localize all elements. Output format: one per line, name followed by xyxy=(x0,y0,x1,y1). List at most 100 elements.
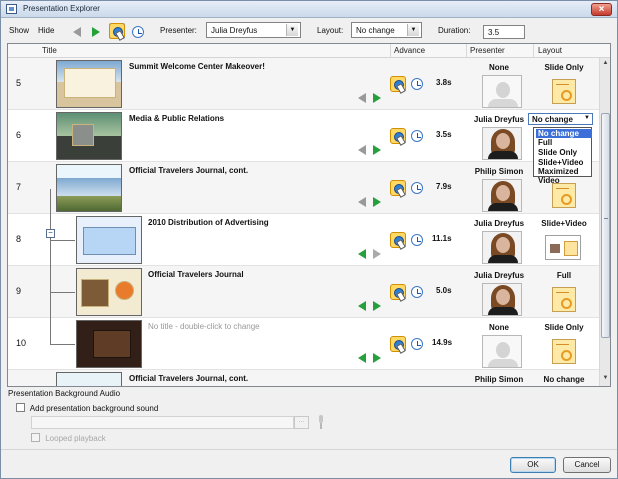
background-audio-section: Presentation Background Audio Add presen… xyxy=(8,389,612,447)
advance-column-header[interactable]: Advance xyxy=(394,46,425,55)
presenter-combo[interactable]: Julia Dreyfus ▼ xyxy=(206,22,301,38)
duration-input[interactable]: 3.5 xyxy=(483,25,525,39)
slide-list[interactable]: Title Advance Presenter Layout 5 Summit … xyxy=(7,43,611,387)
timer-icon[interactable] xyxy=(411,130,423,142)
layout-combo-value: No change xyxy=(356,26,395,35)
presenter-photo xyxy=(482,127,522,160)
advance-click-icon[interactable] xyxy=(390,284,406,300)
scroll-thumb[interactable] xyxy=(601,113,610,338)
layout-row-dropdown[interactable]: No change ▼ xyxy=(528,113,593,125)
close-button[interactable]: × xyxy=(591,3,612,16)
presenter-name: Julia Dreyfus xyxy=(473,271,525,280)
advance-click-icon[interactable] xyxy=(390,232,406,248)
next-slide-arrow-icon[interactable] xyxy=(373,301,381,311)
layout-option-full[interactable]: Full xyxy=(536,138,592,147)
next-slide-arrow-icon[interactable] xyxy=(373,249,381,259)
layout-option-maximized-video[interactable]: Maximized Video xyxy=(536,167,592,185)
slide-number: 7 xyxy=(16,182,22,192)
layout-row-dropdown-value: No change xyxy=(532,115,573,124)
looped-playback-checkbox[interactable] xyxy=(31,433,40,442)
previous-slide-arrow-icon[interactable] xyxy=(358,249,366,259)
layout-name: Slide+Video xyxy=(541,219,587,228)
layout-combo[interactable]: No change ▼ xyxy=(351,22,422,38)
timer-icon[interactable] xyxy=(411,182,423,194)
next-slide-arrow-icon[interactable] xyxy=(373,197,381,207)
slide-row-9[interactable]: 9 Official Travelers Journal 5.0s Julia … xyxy=(8,266,599,318)
add-background-sound-label: Add presentation background sound xyxy=(29,404,159,413)
scroll-up-icon[interactable]: ▲ xyxy=(601,60,610,69)
layout-options-menu: No change Full Slide Only Slide+Video Ma… xyxy=(533,127,592,185)
previous-slide-arrow-icon[interactable] xyxy=(358,93,366,103)
slide-duration: 11.1s xyxy=(432,234,452,243)
layout-label: Layout: xyxy=(317,26,344,35)
footer-separator xyxy=(1,449,617,450)
add-background-sound-row[interactable]: Add presentation background sound xyxy=(16,403,158,413)
timer-icon xyxy=(132,26,144,38)
slide-title: 2010 Distribution of Advertising xyxy=(148,218,269,227)
timer-icon[interactable] xyxy=(411,338,423,350)
cancel-button[interactable]: Cancel xyxy=(563,457,611,473)
slide-thumbnail xyxy=(56,372,122,386)
presenter-name: Julia Dreyfus xyxy=(473,115,525,124)
slide-number: 5 xyxy=(16,78,22,88)
audio-file-path-input[interactable] xyxy=(31,416,294,429)
slide-row-8[interactable]: 8 2010 Distribution of Advertising 11.1s… xyxy=(8,214,599,266)
previous-slide-arrow-icon[interactable] xyxy=(358,145,366,155)
collapse-icon[interactable]: − xyxy=(46,229,55,238)
right-arrow-icon xyxy=(92,27,100,37)
add-background-sound-checkbox[interactable] xyxy=(16,403,25,412)
scroll-down-icon[interactable]: ▼ xyxy=(601,375,610,384)
advance-click-toolbar-button[interactable] xyxy=(109,23,125,39)
slide-row-5[interactable]: 5 Summit Welcome Center Makeover! 3.8s N… xyxy=(8,58,599,110)
column-divider xyxy=(533,44,534,58)
slide-number: 6 xyxy=(16,130,22,140)
column-divider xyxy=(390,44,391,58)
show-button[interactable]: Show xyxy=(9,26,29,35)
column-divider xyxy=(466,44,467,58)
layout-option-slide-only[interactable]: Slide Only xyxy=(536,148,592,157)
timer-icon[interactable] xyxy=(411,234,423,246)
advance-click-icon[interactable] xyxy=(390,336,406,352)
window-title: Presentation Explorer xyxy=(23,4,100,13)
title-column-header[interactable]: Title xyxy=(42,46,57,55)
title-bar: Presentation Explorer × xyxy=(1,1,617,18)
looped-playback-row[interactable]: Looped playback xyxy=(31,433,106,443)
ok-button[interactable]: OK xyxy=(510,457,556,473)
timer-toolbar-button[interactable] xyxy=(129,23,145,39)
slide-row-partial[interactable]: Official Travelers Journal, cont. Philip… xyxy=(8,370,599,386)
slide-number: 8 xyxy=(16,234,22,244)
layout-name: Full xyxy=(556,271,572,280)
slide-title: Official Travelers Journal, cont. xyxy=(129,374,249,383)
slide-row-10[interactable]: 10 No title - double-click to change 14.… xyxy=(8,318,599,370)
slide-video-layout-icon xyxy=(545,235,581,260)
previous-slide-arrow-icon[interactable] xyxy=(358,353,366,363)
slide-row-7[interactable]: 7 Official Travelers Journal, cont. 7.9s… xyxy=(8,162,599,214)
tree-line xyxy=(50,240,75,241)
vertical-scrollbar[interactable]: ▲ ▼ xyxy=(599,58,610,386)
next-slide-arrow-icon[interactable] xyxy=(373,93,381,103)
advance-click-icon[interactable] xyxy=(390,76,406,92)
layout-option-no-change[interactable]: No change xyxy=(536,129,592,138)
slide-row-6[interactable]: 6 Media & Public Relations 3.5s Julia Dr… xyxy=(8,110,599,162)
previous-arrow-button[interactable] xyxy=(68,23,84,39)
slide-title: Summit Welcome Center Makeover! xyxy=(129,62,265,71)
presenter-name: None xyxy=(489,63,509,72)
advance-click-icon[interactable] xyxy=(390,180,406,196)
timer-icon[interactable] xyxy=(411,78,423,90)
layout-option-slide-video[interactable]: Slide+Video xyxy=(536,158,592,167)
next-arrow-button[interactable] xyxy=(87,23,103,39)
slide-title: Official Travelers Journal, cont. xyxy=(129,166,249,175)
previous-slide-arrow-icon[interactable] xyxy=(358,197,366,207)
next-slide-arrow-icon[interactable] xyxy=(373,353,381,363)
slide-thumbnail xyxy=(56,60,122,108)
browse-audio-button[interactable]: ... xyxy=(294,416,309,429)
presenter-column-header[interactable]: Presenter xyxy=(470,46,505,55)
previous-slide-arrow-icon[interactable] xyxy=(358,301,366,311)
hide-button[interactable]: Hide xyxy=(38,26,54,35)
layout-column-header[interactable]: Layout xyxy=(538,46,562,55)
next-slide-arrow-icon[interactable] xyxy=(373,145,381,155)
timer-icon[interactable] xyxy=(411,286,423,298)
advance-click-icon[interactable] xyxy=(390,128,406,144)
presenter-label: Presenter: xyxy=(160,26,197,35)
slide-thumbnail xyxy=(56,112,122,160)
